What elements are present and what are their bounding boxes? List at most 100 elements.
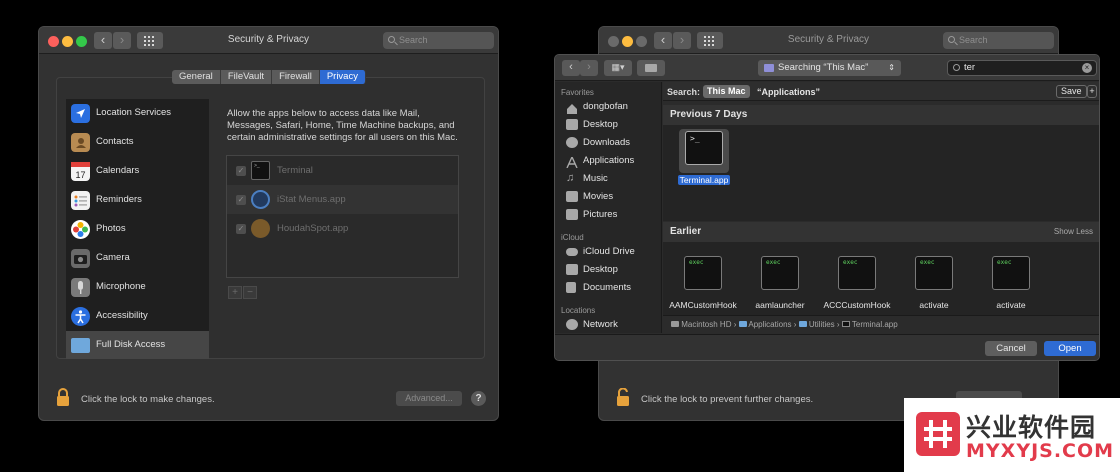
search-icon bbox=[388, 36, 395, 43]
path-bar: Macintosh HD › Applications › Utilities … bbox=[663, 315, 1099, 333]
location-arrow-icon bbox=[71, 104, 90, 123]
tab-privacy[interactable]: Privacy bbox=[319, 70, 366, 84]
search-input[interactable]: Search bbox=[943, 32, 1054, 49]
sidebar-item-reminders[interactable]: Reminders bbox=[66, 186, 209, 215]
sidebar-item-label: Camera bbox=[96, 252, 130, 263]
file-item-acccustomhook[interactable]: exec ACCCustomHook bbox=[818, 256, 896, 310]
path-item[interactable]: Utilities bbox=[809, 320, 835, 329]
scope-applications[interactable]: “Applications” bbox=[757, 87, 820, 97]
sidebar-item-label: Downloads bbox=[583, 137, 630, 148]
sidebar-item-accessibility[interactable]: Accessibility bbox=[66, 302, 209, 331]
pictures-icon bbox=[566, 209, 578, 220]
sidebar-item-full-disk-access[interactable]: Full Disk Access bbox=[66, 331, 209, 359]
section-previous-7-days: Previous 7 Days bbox=[663, 105, 1099, 125]
path-item[interactable]: Macintosh HD bbox=[681, 320, 731, 329]
file-item-aamlauncher[interactable]: exec aamlauncher bbox=[741, 256, 819, 310]
sidebar-item-label: Music bbox=[583, 173, 608, 184]
exec-icon: exec bbox=[915, 256, 953, 290]
tab-firewall[interactable]: Firewall bbox=[272, 70, 320, 84]
file-item-terminal[interactable]: >_ Terminal.app bbox=[665, 129, 743, 185]
sidebar-item-label: Desktop bbox=[583, 264, 618, 275]
home-icon bbox=[566, 101, 578, 114]
exec-icon: exec bbox=[992, 256, 1030, 290]
clear-search-icon[interactable]: × bbox=[1082, 63, 1092, 73]
watermark-logo: 兴业软件园 MYXYJS.COM bbox=[904, 398, 1120, 472]
advanced-button[interactable]: Advanced... bbox=[396, 391, 462, 406]
file-name: aamlauncher bbox=[755, 300, 805, 310]
calendar-icon: 17 bbox=[71, 162, 90, 181]
sidebar-item-label: Microphone bbox=[96, 281, 146, 292]
terminal-icon: >_ bbox=[685, 131, 723, 165]
app-row-terminal[interactable]: ✓ >_ Terminal bbox=[227, 156, 458, 185]
show-less-link[interactable]: Show Less bbox=[1054, 222, 1093, 242]
sidebar-item-label: Contacts bbox=[96, 136, 134, 147]
svg-text:17: 17 bbox=[75, 170, 85, 180]
search-scope-bar: Search: This Mac “Applications” Save + bbox=[663, 82, 1099, 101]
dialog-footer: Cancel Open bbox=[555, 334, 1099, 360]
file-item-aamcustomhook[interactable]: exec AAMCustomHook bbox=[664, 256, 742, 310]
chevron-left-icon: ‹ bbox=[569, 61, 573, 73]
titlebar: ‹ › Security & Privacy Search bbox=[39, 27, 498, 54]
camera-icon bbox=[71, 249, 90, 268]
search-input[interactable]: Search bbox=[383, 32, 494, 49]
sidebar-item-label: Pictures bbox=[583, 209, 618, 220]
disk-icon bbox=[671, 321, 679, 327]
help-button[interactable]: ? bbox=[471, 391, 486, 406]
dialog-toolbar: ‹ › ▦▾ Searching “This Mac” ⇕ ter × bbox=[555, 55, 1099, 81]
path-item[interactable]: Applications bbox=[748, 320, 791, 329]
sidebar-item-microphone[interactable]: Microphone bbox=[66, 273, 209, 302]
location-popup[interactable]: Searching “This Mac” ⇕ bbox=[758, 60, 901, 76]
folder-icon bbox=[798, 321, 807, 327]
file-name: activate bbox=[919, 300, 949, 310]
earlier-files-area: exec AAMCustomHook exec aamlauncher exec… bbox=[663, 242, 1099, 315]
terminal-prompt-text: >_ bbox=[690, 134, 700, 143]
sidebar-item-label: Location Services bbox=[96, 107, 171, 118]
scope-this-mac[interactable]: This Mac bbox=[703, 85, 750, 98]
watermark-brand: 兴业软件园 bbox=[966, 413, 1097, 442]
documents-icon bbox=[566, 282, 576, 293]
privacy-category-list: Location Services Contacts 17 Calendars … bbox=[66, 99, 209, 359]
scope-label: Search: bbox=[667, 87, 701, 97]
lock-icon[interactable] bbox=[56, 388, 70, 406]
remove-app-button[interactable]: − bbox=[243, 286, 257, 299]
file-name: ACCCustomHook bbox=[823, 300, 891, 310]
tab-bar: General FileVault Firewall Privacy bbox=[172, 70, 366, 84]
search-field[interactable]: ter × bbox=[947, 60, 1097, 76]
exec-icon: exec bbox=[761, 256, 799, 290]
tab-filevault[interactable]: FileVault bbox=[220, 70, 273, 84]
unlocked-lock-icon[interactable] bbox=[616, 387, 632, 406]
back-button[interactable]: ‹ bbox=[562, 60, 580, 76]
path-item[interactable]: Terminal.app bbox=[852, 320, 898, 329]
sidebar-item-label: Desktop bbox=[583, 119, 618, 130]
add-criteria-button[interactable]: + bbox=[1087, 85, 1097, 98]
forward-button[interactable]: › bbox=[580, 60, 598, 76]
open-button[interactable]: Open bbox=[1044, 341, 1096, 356]
file-item-activate[interactable]: exec activate bbox=[895, 256, 973, 310]
contacts-book-icon bbox=[71, 133, 90, 152]
sidebar-item-label: Calendars bbox=[96, 165, 140, 176]
sidebar-item-camera[interactable]: Camera bbox=[66, 244, 209, 273]
app-checkbox[interactable]: ✓ bbox=[236, 166, 246, 176]
sidebar-item-location-services[interactable]: Location Services bbox=[66, 99, 209, 128]
app-checkbox[interactable]: ✓ bbox=[236, 195, 246, 205]
sidebar-item-label: Reminders bbox=[96, 194, 142, 205]
search-placeholder: Search bbox=[959, 35, 988, 45]
save-search-button[interactable]: Save bbox=[1056, 85, 1087, 98]
desktop-icon bbox=[566, 119, 578, 130]
app-row-istat-menus[interactable]: ✓ iStat Menus.app bbox=[227, 185, 458, 214]
sidebar-item-calendars[interactable]: 17 Calendars bbox=[66, 157, 209, 186]
sidebar-item-label: Documents bbox=[583, 282, 632, 293]
watermark-hash-icon bbox=[916, 412, 960, 456]
lock-message: Click the lock to make changes. bbox=[81, 394, 215, 405]
cancel-button[interactable]: Cancel bbox=[985, 341, 1037, 356]
sidebar-item-photos[interactable]: Photos bbox=[66, 215, 209, 244]
tab-general[interactable]: General bbox=[172, 70, 221, 84]
sidebar-item-contacts[interactable]: Contacts bbox=[66, 128, 209, 157]
add-app-button[interactable]: + bbox=[228, 286, 242, 299]
chevron-right-icon: › bbox=[587, 61, 591, 73]
new-folder-button[interactable] bbox=[637, 60, 665, 76]
file-item-activate-2[interactable]: exec activate bbox=[972, 256, 1050, 310]
app-checkbox[interactable]: ✓ bbox=[236, 224, 246, 234]
view-options-button[interactable]: ▦▾ bbox=[604, 60, 632, 76]
app-row-houdahspot[interactable]: ✓ HoudahSpot.app bbox=[227, 214, 458, 243]
